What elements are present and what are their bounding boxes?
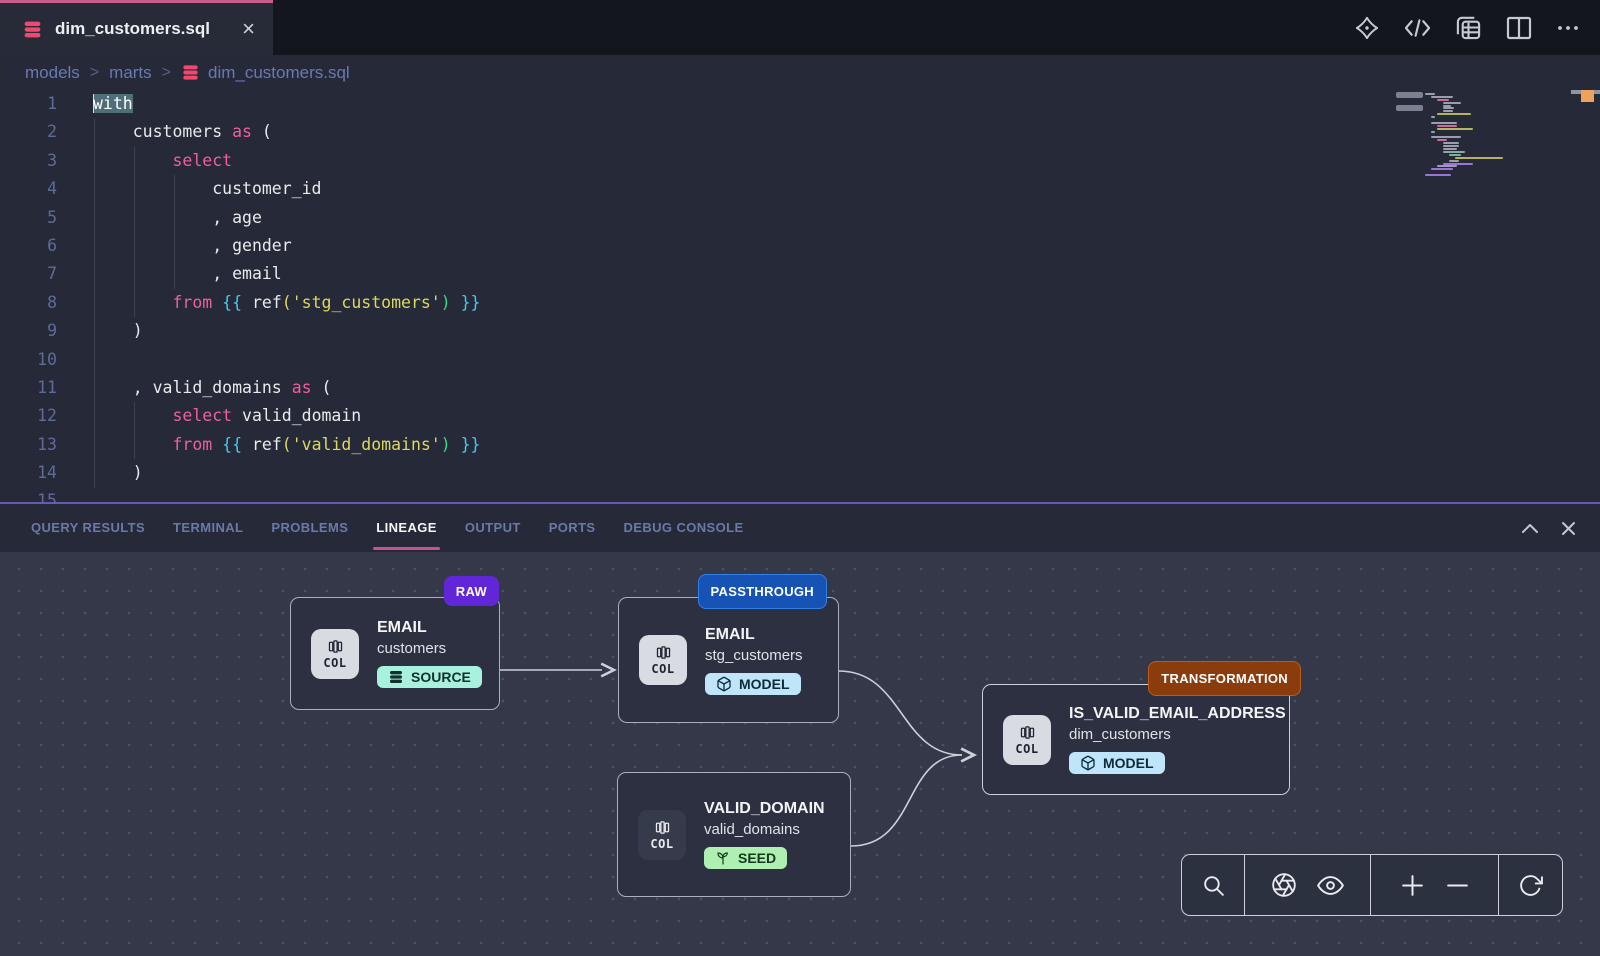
code-line: 8 from {{ ref('stg_customers') }} xyxy=(0,289,1600,317)
eye-icon[interactable] xyxy=(1317,872,1344,899)
code-line: 4 customer_id xyxy=(0,175,1600,203)
panel-tabs: QUERY RESULTS TERMINAL PROBLEMS LINEAGE OUTP… xyxy=(30,506,745,550)
panel-tab-output[interactable]: OUTPUT xyxy=(464,506,522,550)
code-line: 1with xyxy=(0,90,1600,118)
breadcrumb-models[interactable]: models xyxy=(25,63,80,83)
node-subtitle: dim_customers xyxy=(1069,726,1271,743)
lineage-node-valid-domains[interactable]: COL VALID_DOMAIN valid_domains SEED xyxy=(617,772,851,897)
node-subtitle: customers xyxy=(377,640,481,657)
columns-icon xyxy=(655,644,672,661)
node-title: VALID_DOMAIN xyxy=(704,800,825,818)
code-line: 9 ) xyxy=(0,317,1600,345)
seed-icon xyxy=(715,850,731,866)
minimap[interactable] xyxy=(1423,90,1535,180)
tab-dim-customers[interactable]: dim_customers.sql × xyxy=(0,0,273,55)
code-lines: 1with2 customers as (3 select4 customer_… xyxy=(0,90,1600,502)
node-tag-transformation: TRANSFORMATION xyxy=(1148,661,1301,696)
code-line: 5 , age xyxy=(0,204,1600,232)
model-badge[interactable]: MODEL xyxy=(705,673,801,695)
database-file-icon xyxy=(22,19,43,40)
panel-maximize-icon[interactable] xyxy=(1521,523,1539,534)
code-line: 2 customers as ( xyxy=(0,118,1600,146)
database-file-icon xyxy=(181,63,200,82)
column-chip[interactable]: COL xyxy=(639,635,687,685)
breadcrumb-separator: > xyxy=(162,64,171,82)
code-line: 3 select xyxy=(0,147,1600,175)
code-line: 11 , valid_domains as ( xyxy=(0,374,1600,402)
indent-guide xyxy=(134,147,135,317)
node-title: EMAIL xyxy=(705,626,803,644)
zoom-in-icon[interactable] xyxy=(1400,873,1425,898)
panel-tab-bar: QUERY RESULTS TERMINAL PROBLEMS LINEAGE OUTP… xyxy=(0,504,1600,552)
overview-ruler-marker xyxy=(1581,90,1594,102)
column-chip[interactable]: COL xyxy=(638,810,686,860)
columns-icon xyxy=(327,638,344,655)
code-line: 6 , gender xyxy=(0,232,1600,260)
seed-badge[interactable]: SEED xyxy=(704,847,787,869)
panel-close-icon[interactable] xyxy=(1561,521,1576,536)
tab-title: dim_customers.sql xyxy=(55,19,238,39)
node-subtitle: valid_domains xyxy=(704,821,825,838)
indent-guide xyxy=(134,402,135,459)
panel-tab-lineage[interactable]: LINEAGE xyxy=(375,506,438,550)
node-subtitle: stg_customers xyxy=(705,647,803,664)
box-icon xyxy=(716,676,732,692)
code-line: 7 , email xyxy=(0,260,1600,288)
breadcrumb-marts[interactable]: marts xyxy=(109,63,152,83)
indent-guide xyxy=(94,118,95,487)
lineage-node-customers[interactable]: RAW COL EMAIL customers xyxy=(290,597,500,710)
minimap-selection-marker xyxy=(1396,105,1423,111)
code-line: 14 ) xyxy=(0,459,1600,487)
panel-tab-terminal[interactable]: TERMINAL xyxy=(172,506,244,550)
lineage-canvas[interactable]: RAW COL EMAIL customers xyxy=(0,552,1600,956)
search-icon[interactable] xyxy=(1201,873,1226,898)
panel-tab-query-results[interactable]: QUERY RESULTS xyxy=(30,506,146,550)
aperture-icon[interactable] xyxy=(1271,872,1297,898)
code-line: 12 select valid_domain xyxy=(0,402,1600,430)
copy-table-icon[interactable] xyxy=(1455,14,1482,41)
breadcrumb-separator: > xyxy=(90,64,99,82)
node-tag-raw: RAW xyxy=(444,576,499,606)
code-line: 15 xyxy=(0,487,1600,502)
more-options-icon[interactable] xyxy=(1556,16,1580,40)
panel-tab-problems[interactable]: PROBLEMS xyxy=(270,506,349,550)
refresh-icon[interactable] xyxy=(1518,873,1543,898)
tab-close-icon[interactable]: × xyxy=(238,18,259,40)
lineage-node-stg-customers[interactable]: PASSTHROUGH COL EMAIL stg_customers xyxy=(618,597,839,723)
source-badge[interactable]: SOURCE xyxy=(377,666,482,688)
minimap-selection-marker xyxy=(1396,92,1423,98)
columns-icon xyxy=(654,819,671,836)
code-view-icon[interactable] xyxy=(1404,17,1431,39)
columns-icon xyxy=(1019,724,1036,741)
code-editor[interactable]: 1with2 customers as (3 select4 customer_… xyxy=(0,90,1600,502)
bottom-panel: QUERY RESULTS TERMINAL PROBLEMS LINEAGE OUTP… xyxy=(0,502,1600,956)
database-icon xyxy=(388,669,404,685)
column-chip[interactable]: COL xyxy=(1003,715,1051,765)
lineage-node-dim-customers[interactable]: TRANSFORMATION COL IS_VALID_EMAIL_ADDRES… xyxy=(982,684,1290,795)
column-chip[interactable]: COL xyxy=(311,629,359,679)
code-line: 13 from {{ ref('valid_domains') }} xyxy=(0,431,1600,459)
model-badge[interactable]: MODEL xyxy=(1069,752,1165,774)
panel-tab-ports[interactable]: PORTS xyxy=(548,506,597,550)
zoom-out-icon[interactable] xyxy=(1445,873,1470,898)
split-editor-icon[interactable] xyxy=(1506,16,1532,40)
code-line: 10 xyxy=(0,346,1600,374)
lineage-toolbar xyxy=(1181,854,1563,916)
node-title: EMAIL xyxy=(377,619,481,637)
editor-tab-bar: dim_customers.sql × xyxy=(0,0,1600,55)
breadcrumb-file[interactable]: dim_customers.sql xyxy=(181,63,350,83)
node-title: IS_VALID_EMAIL_ADDRESS xyxy=(1069,705,1271,723)
box-icon xyxy=(1080,755,1096,771)
node-tag-passthrough: PASSTHROUGH xyxy=(698,574,827,609)
dbt-logo-icon[interactable] xyxy=(1354,15,1380,41)
indent-guide xyxy=(174,175,175,289)
breadcrumb: models > marts > dim_customers.sql xyxy=(0,55,1600,90)
panel-tab-debug-console[interactable]: DEBUG CONSOLE xyxy=(623,506,745,550)
